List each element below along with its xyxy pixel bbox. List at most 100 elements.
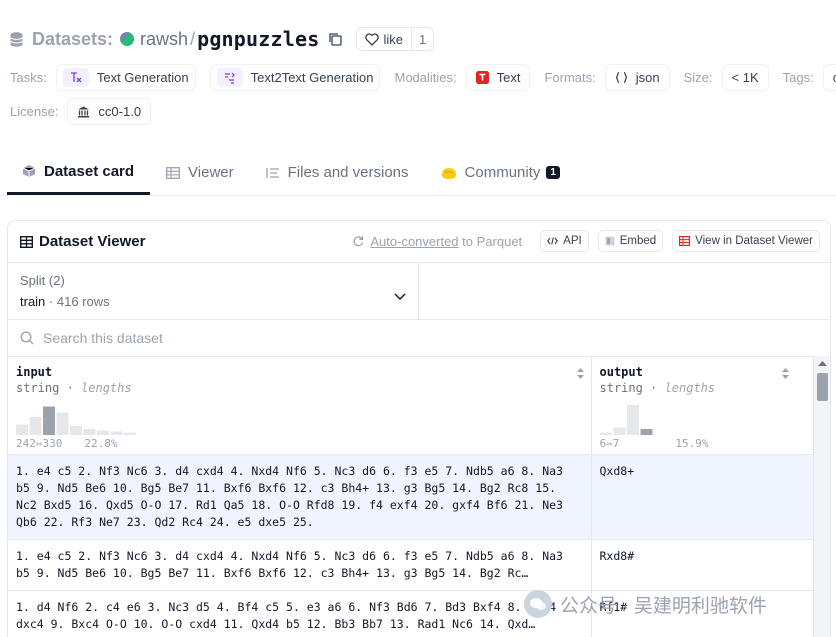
histogram-bar[interactable] bbox=[43, 406, 55, 436]
metadata-row: Tasks: Text Generation Text2Text Generat… bbox=[10, 64, 836, 91]
cell-input[interactable]: 1. d4 Nf6 2. c4 e6 3. Nc3 d5 4. Bf4 c5 5… bbox=[8, 590, 592, 637]
repo-tabs: Dataset card Viewer Files and versions C… bbox=[0, 150, 836, 196]
column-header-output[interactable]: output string · lengths 6⇿7 15.9% bbox=[591, 357, 815, 455]
viewer-title: Dataset Viewer bbox=[39, 233, 146, 250]
format-json[interactable]: json bbox=[604, 64, 670, 91]
tags-label: Tags: bbox=[782, 70, 814, 85]
column-name: output bbox=[599, 365, 643, 379]
tab-files-and-versions[interactable]: Files and versions bbox=[250, 150, 425, 195]
column-type-value: string bbox=[599, 381, 643, 395]
cell-output[interactable]: Qxd8+ bbox=[591, 454, 815, 540]
search-icon bbox=[20, 331, 34, 345]
column-type: string · lengths bbox=[16, 381, 583, 395]
tab-label: Dataset card bbox=[44, 162, 135, 180]
formats-label: Formats: bbox=[544, 70, 596, 85]
cell-input[interactable]: 1. e4 c5 2. Nf3 Nc6 3. d4 cxd4 4. Nxd4 N… bbox=[8, 539, 592, 591]
database-icon bbox=[10, 31, 23, 47]
histogram-bar[interactable] bbox=[83, 429, 96, 435]
length-histogram[interactable] bbox=[599, 405, 730, 436]
table-row[interactable]: 1. e4 c5 2. Nf3 Nc6 3. d4 cxd4 4. Nxd4 N… bbox=[8, 454, 815, 540]
cell-input[interactable]: 1. e4 c5 2. Nf3 Nc6 3. d4 cxd4 4. Nxd4 N… bbox=[8, 454, 592, 540]
table-red-icon bbox=[679, 236, 691, 246]
histogram-bar[interactable] bbox=[110, 431, 123, 435]
column-type: string · lengths bbox=[600, 381, 806, 395]
api-label: API bbox=[563, 235, 582, 247]
histogram-bar[interactable] bbox=[599, 432, 612, 435]
embed-icon bbox=[605, 236, 615, 246]
chevron-down-icon bbox=[394, 293, 406, 301]
modalities-label: Modalities: bbox=[394, 70, 457, 85]
scroll-up-icon[interactable] bbox=[815, 358, 830, 370]
cell-output[interactable]: Rxd8# bbox=[591, 539, 815, 591]
histogram-bar[interactable] bbox=[29, 417, 42, 435]
table-row[interactable]: 1. e4 c5 2. Nf3 Nc6 3. d4 cxd4 4. Nxd4 N… bbox=[8, 539, 815, 591]
column-type-value: string bbox=[16, 381, 60, 395]
license-label: License: bbox=[10, 104, 59, 119]
cell-text: 1. e4 c5 2. Nf3 Nc6 3. d4 cxd4 4. Nxd4 N… bbox=[16, 548, 570, 580]
split-select[interactable]: Split (2) train · 416 rows bbox=[8, 263, 419, 319]
size-label: Size: bbox=[683, 70, 713, 85]
histogram-bar[interactable] bbox=[16, 424, 28, 436]
sort-icon[interactable] bbox=[576, 367, 585, 380]
table-header-row: input string · lengths 242⇿330 22.8% outp… bbox=[8, 357, 815, 455]
task-label: Text Generation bbox=[96, 70, 189, 85]
histogram-bar[interactable] bbox=[56, 412, 69, 436]
braces-icon bbox=[615, 71, 628, 84]
owner-avatar[interactable] bbox=[120, 32, 135, 46]
auto-converted-link[interactable]: Auto-converted bbox=[370, 234, 458, 249]
search-input[interactable] bbox=[43, 330, 443, 346]
cube-icon bbox=[22, 164, 36, 178]
files-icon bbox=[265, 167, 280, 179]
table-scrollbar[interactable] bbox=[813, 356, 830, 637]
histogram-bar[interactable] bbox=[626, 405, 639, 435]
column-header-input[interactable]: input string · lengths 242⇿330 22.8% bbox=[8, 357, 592, 455]
path-separator: / bbox=[190, 28, 196, 49]
repo-name[interactable]: pgnpuzzles bbox=[197, 27, 319, 51]
histogram-range: 6⇿7 bbox=[599, 437, 620, 450]
search-bar bbox=[8, 320, 830, 357]
license-row: License: cc0-1.0 bbox=[10, 98, 165, 125]
split-selector-row: Split (2) train · 416 rows bbox=[8, 263, 830, 320]
tab-community[interactable]: Community 1 bbox=[425, 150, 576, 195]
dataset-title-row: Datasets: rawsh / pgnpuzzles like 1 bbox=[10, 24, 435, 54]
histogram-bar[interactable] bbox=[640, 429, 652, 435]
api-button[interactable]: API bbox=[540, 230, 589, 252]
sort-icon[interactable] bbox=[781, 367, 790, 380]
license-chip[interactable]: cc0-1.0 bbox=[67, 98, 152, 125]
watermark: 公众号 · 吴建明利驰软件 bbox=[524, 590, 767, 618]
table-icon bbox=[166, 166, 180, 179]
embed-button[interactable]: Embed bbox=[597, 230, 664, 252]
like-label: like bbox=[383, 31, 404, 47]
split-separator: · bbox=[48, 294, 54, 309]
histogram-bar[interactable] bbox=[70, 426, 82, 435]
tab-viewer[interactable]: Viewer bbox=[150, 150, 250, 195]
column-type-separator: · bbox=[650, 381, 658, 395]
histogram-footer: 6⇿7 15.9% bbox=[600, 437, 709, 450]
histogram-bar[interactable] bbox=[97, 430, 109, 436]
view-in-dataset-viewer-button[interactable]: View in Dataset Viewer bbox=[672, 230, 820, 252]
cell-text: 1. d4 Nf6 2. c4 e6 3. Nc3 d5 4. Bf4 c5 5… bbox=[16, 599, 563, 631]
like-button[interactable]: like 1 bbox=[355, 27, 435, 51]
tasks-label: Tasks: bbox=[10, 70, 47, 85]
datasets-link[interactable]: Datasets: bbox=[32, 29, 113, 50]
histogram-bar[interactable] bbox=[124, 432, 136, 435]
table-icon bbox=[20, 235, 33, 248]
tab-label: Files and versions bbox=[287, 164, 409, 181]
bank-icon bbox=[77, 105, 90, 118]
modality-text[interactable]: Text bbox=[465, 64, 531, 91]
task-text2text-generation[interactable]: Text2Text Generation bbox=[209, 64, 381, 91]
column-name: input bbox=[16, 365, 53, 379]
format-label: json bbox=[635, 70, 660, 85]
histogram-bar[interactable] bbox=[613, 427, 625, 436]
length-histogram[interactable] bbox=[16, 405, 166, 435]
tab-dataset-card[interactable]: Dataset card bbox=[7, 150, 151, 195]
watermark-text: 公众号 · 吴建明利驰软件 bbox=[560, 595, 767, 617]
tag-chip[interactable]: che bbox=[822, 64, 836, 91]
copy-icon[interactable] bbox=[328, 32, 342, 46]
scrollbar-thumb[interactable] bbox=[817, 373, 828, 401]
owner-link[interactable]: rawsh bbox=[140, 29, 188, 50]
refresh-icon bbox=[353, 236, 364, 247]
view-label: View in Dataset Viewer bbox=[695, 235, 813, 247]
size-chip[interactable]: < 1K bbox=[721, 64, 769, 91]
task-text-generation[interactable]: Text Generation bbox=[55, 64, 196, 91]
